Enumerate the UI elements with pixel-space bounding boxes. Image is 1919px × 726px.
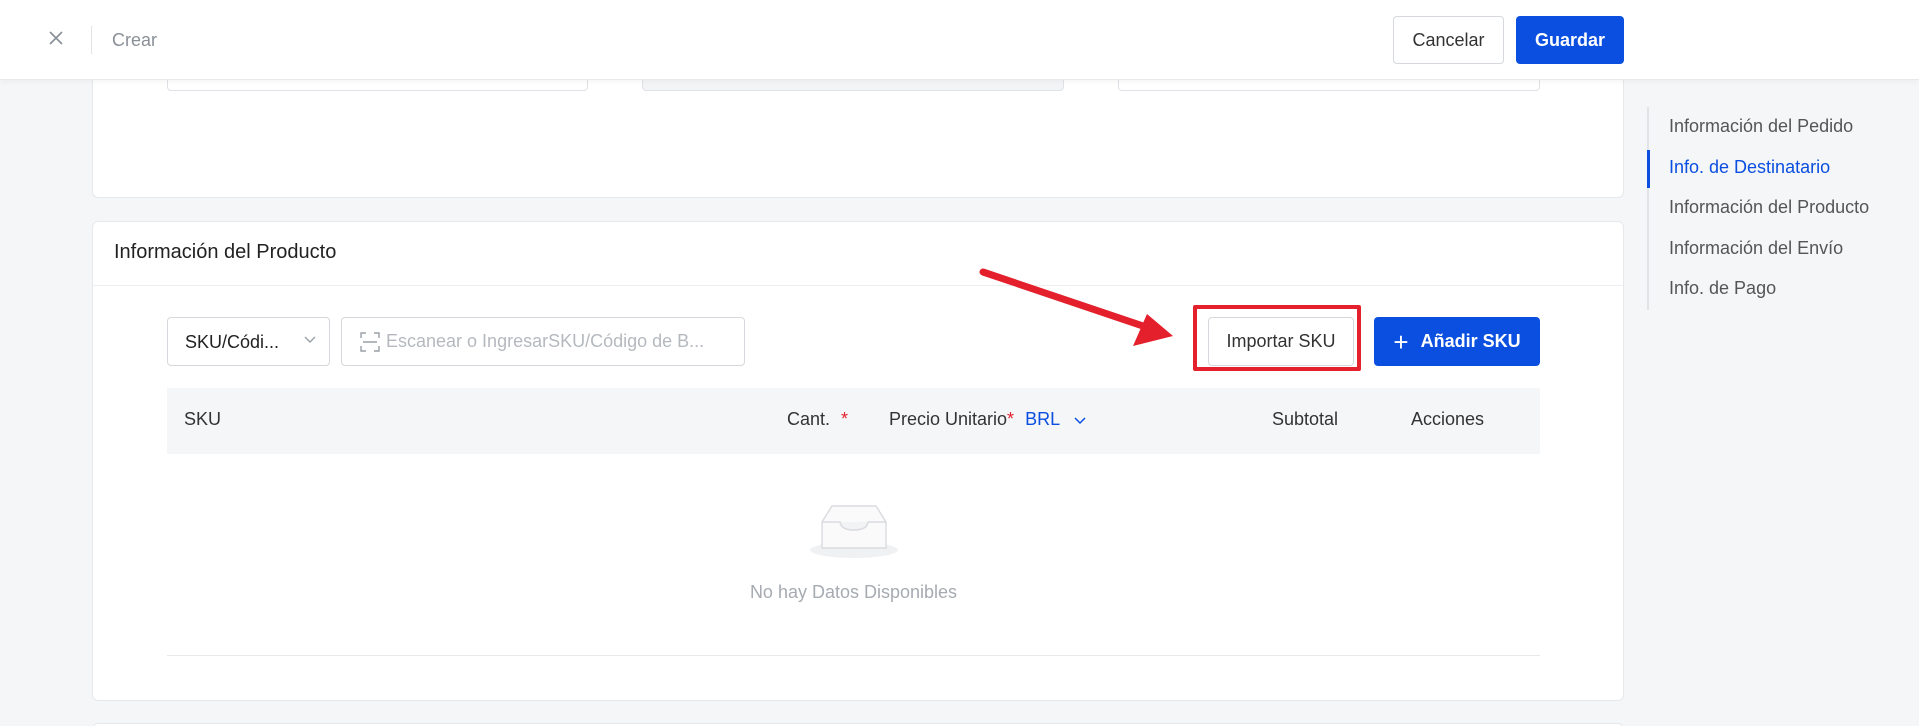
header-divider: [91, 26, 92, 54]
scan-icon: [360, 332, 380, 352]
col-qty: Cant. *: [787, 409, 848, 430]
empty-text: No hay Datos Disponibles: [749, 582, 958, 602]
sku-search-input[interactable]: [341, 317, 745, 366]
chevron-down-icon[interactable]: [1074, 413, 1086, 428]
search-type-value: SKU/Códi...: [185, 332, 280, 352]
anchor-recipient-info[interactable]: Info. de Destinatario: [1647, 148, 1897, 189]
save-button[interactable]: Guardar: [1516, 16, 1624, 64]
product-info-card: Información del Producto SKU/Códi... Imp…: [92, 221, 1624, 701]
anchor-order-info[interactable]: Información del Pedido: [1649, 107, 1897, 148]
col-unit-price: Precio Unitario* BRL: [889, 409, 1086, 430]
empty-inbox-icon: [810, 505, 898, 558]
product-section-title: Información del Producto: [114, 241, 337, 263]
sku-table: SKU Cant. * Precio Unitario* BRL Subtota…: [167, 388, 1540, 656]
search-type-select[interactable]: SKU/Códi...: [167, 317, 330, 366]
currency-select[interactable]: BRL: [1025, 409, 1059, 429]
plus-icon: +: [1393, 326, 1409, 357]
col-sku: SKU: [184, 409, 222, 429]
close-icon[interactable]: [44, 26, 68, 50]
add-sku-label: Añadir SKU: [1420, 331, 1521, 351]
table-header: SKU Cant. * Precio Unitario* BRL Subtota…: [167, 388, 1540, 454]
required-mark: *: [841, 409, 849, 429]
cancel-button[interactable]: Cancelar: [1393, 16, 1504, 64]
product-card-header: Información del Producto: [93, 222, 1623, 286]
add-sku-button[interactable]: + Añadir SKU: [1374, 317, 1540, 366]
chevron-down-icon: [303, 332, 317, 349]
import-sku-button[interactable]: Importar SKU: [1208, 317, 1354, 366]
anchor-product-info[interactable]: Información del Producto: [1649, 188, 1897, 229]
anchor-payment-info[interactable]: Info. de Pago: [1649, 269, 1897, 310]
page-title: Crear: [112, 30, 158, 50]
table-empty-state: No hay Datos Disponibles: [167, 454, 1540, 656]
anchor-shipping-info[interactable]: Información del Envío: [1649, 229, 1897, 270]
col-subtotal: Subtotal: [1272, 409, 1339, 429]
top-header: Crear Cancelar Guardar: [0, 0, 1919, 80]
col-qty-label: Cant.: [787, 409, 831, 429]
col-actions: Acciones: [1411, 409, 1485, 429]
col-unit-price-label: Precio Unitario: [889, 409, 1008, 429]
required-mark: *: [1007, 409, 1015, 429]
section-anchor-nav: Información del Pedido Info. de Destinat…: [1647, 107, 1897, 310]
